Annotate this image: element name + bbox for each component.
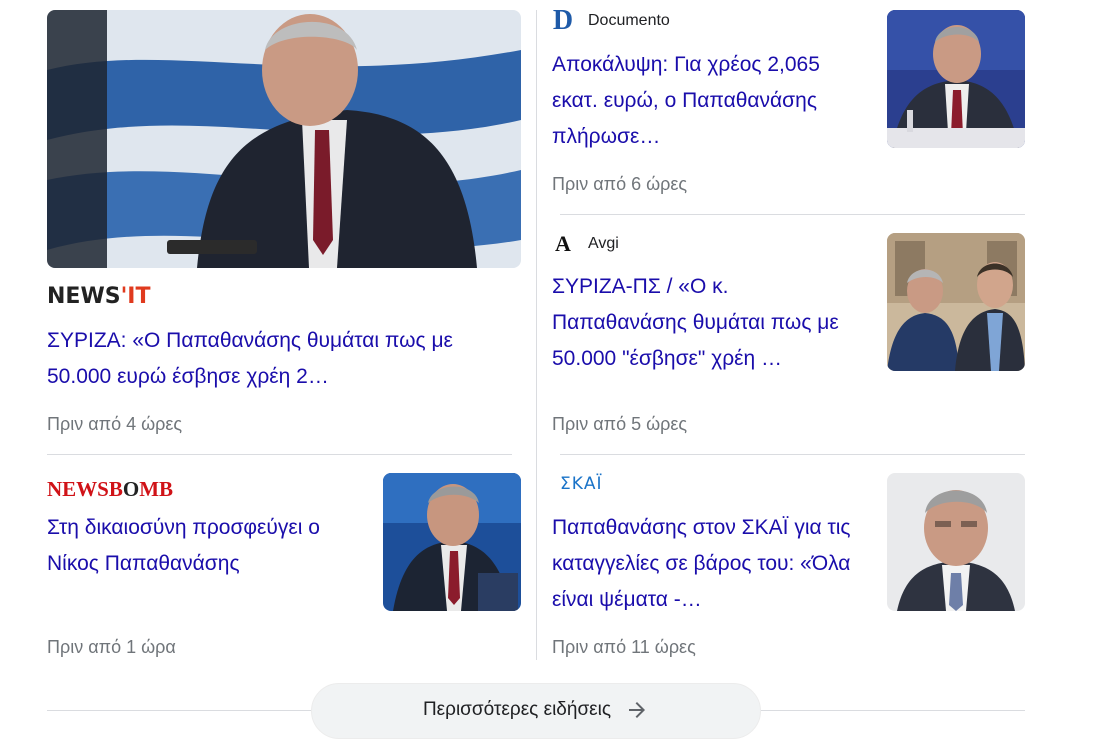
more-news-button[interactable]: Περισσότερες ειδήσεις [311,683,761,739]
article-image[interactable] [47,10,521,268]
divider [47,454,512,455]
arrow-right-icon [625,698,649,722]
source-name: Documento [588,12,670,29]
news-card-documento[interactable]: D Documento Αποκάλυψη: Για χρέος 2,065 ε… [552,5,1026,210]
news-card-avgi[interactable]: A Avgi ΣΥΡΙΖΑ-ΠΣ / «Ο κ. Παπαθανάσης θυμ… [552,233,1026,443]
article-time: Πριν από 5 ώρες [552,414,688,434]
news-card-newsbomb[interactable]: NEWSBOMB Στη δικαιοσύνη προσφεύγει ο Νίκ… [47,470,522,665]
column-divider [536,10,537,660]
article-headline[interactable]: Αποκάλυψη: Για χρέος 2,065 εκατ. ευρώ, ο… [552,47,852,155]
divider [560,454,1025,455]
article-time: Πριν από 6 ώρες [552,174,688,194]
article-time: Πριν από 4 ώρες [47,414,183,434]
source-logo-newsit: NEWS'IT [47,284,151,309]
news-card-skai[interactable]: ΣΚΑΪ Παπαθανάσης στον ΣΚΑΪ για τις καταγ… [552,470,1026,665]
article-headline[interactable]: Στη δικαιοσύνη προσφεύγει ο Νίκος Παπαθα… [47,510,357,582]
source-name: Avgi [588,235,619,252]
article-thumbnail[interactable] [887,233,1025,371]
source-logo-newsbomb: NEWSBOMB [47,477,174,501]
article-time: Πριν από 11 ώρες [552,637,696,657]
divider [560,214,1025,215]
article-headline[interactable]: ΣΥΡΙΖΑ: «Ο Παπαθανάσης θυμάται πως με 50… [47,323,517,395]
avgi-logo-icon: A [555,231,571,256]
news-card-newsit[interactable]: NEWS'IT ΣΥΡΙΖΑ: «Ο Παπαθανάσης θυμάται π… [47,10,522,440]
source-documento: D Documento [552,5,670,36]
more-news-label: Περισσότερες ειδήσεις [422,699,612,720]
source-avgi: A Avgi [552,233,619,255]
article-thumbnail[interactable] [383,473,521,611]
article-headline[interactable]: Παπαθανάσης στον ΣΚΑΪ για τις καταγγελίε… [552,510,857,618]
article-headline[interactable]: ΣΥΡΙΖΑ-ΠΣ / «Ο κ. Παπαθανάσης θυμάται πω… [552,269,857,377]
article-thumbnail[interactable] [887,473,1025,611]
article-time: Πριν από 1 ώρα [47,637,176,657]
source-logo-skai: ΣΚΑΪ [560,474,603,494]
documento-logo-icon: D [552,5,574,36]
article-thumbnail[interactable] [887,10,1025,148]
